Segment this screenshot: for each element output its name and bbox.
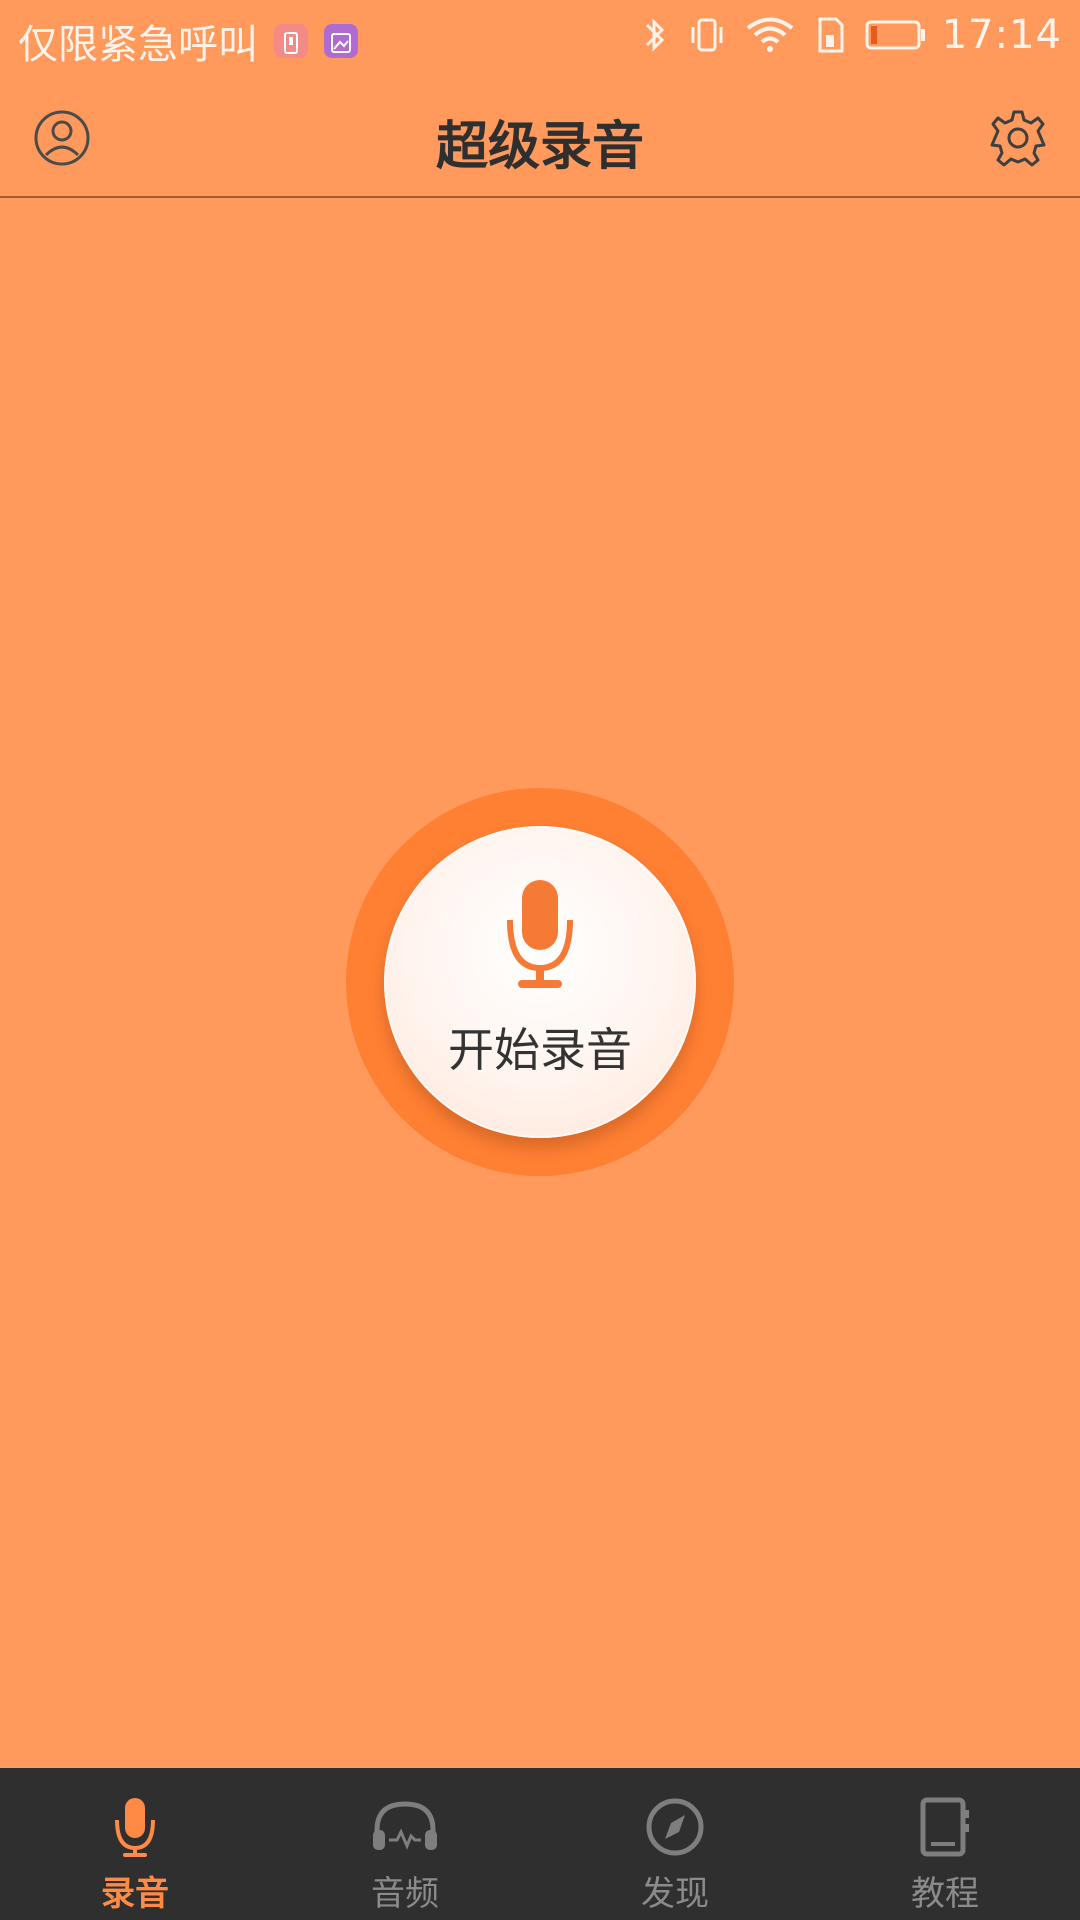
tab-discover-label: 发现 [641, 1874, 709, 1914]
tab-record[interactable]: 录音 [0, 1768, 270, 1920]
tab-tutorial-label: 教程 [911, 1874, 979, 1914]
microphone-icon [115, 1798, 155, 1857]
battery-alert-icon [274, 24, 308, 58]
image-notification-icon [324, 24, 358, 58]
record-button[interactable]: 开始录音 [346, 788, 734, 1176]
battery-icon [865, 20, 925, 50]
bottom-tab-bar: 录音 音频 发现 教程 [0, 1768, 1080, 1920]
tab-record-label: 录音 [101, 1874, 169, 1914]
compass-icon [646, 1798, 704, 1856]
tab-audio[interactable]: 音频 [270, 1768, 540, 1920]
notebook-icon [920, 1797, 969, 1857]
gear-icon [990, 110, 1046, 167]
record-button-label: 开始录音 [448, 1023, 632, 1077]
tab-tutorial[interactable]: 教程 [810, 1768, 1080, 1920]
status-right: 17:14 [640, 12, 1062, 58]
settings-button[interactable] [986, 106, 1050, 170]
status-left: 仅限紧急呼叫 [18, 12, 358, 70]
wifi-icon [746, 17, 793, 52]
page-title: 超级录音 [435, 117, 644, 177]
screen: 仅限紧急呼叫 17:14 超级录音 开始录音 录音 音频 发现 教程 [0, 0, 1080, 1920]
sim-icon [818, 17, 844, 53]
tab-discover[interactable]: 发现 [540, 1768, 810, 1920]
app-bar: 超级录音 [0, 76, 1080, 198]
headphones-icon [373, 1801, 437, 1850]
status-bar: 仅限紧急呼叫 17:14 [0, 0, 1080, 76]
record-button-face[interactable]: 开始录音 [384, 826, 696, 1138]
carrier-text: 仅限紧急呼叫 [18, 22, 258, 68]
tab-audio-label: 音频 [371, 1874, 439, 1914]
bluetooth-icon [645, 18, 664, 52]
vibrate-icon [691, 18, 723, 52]
microphone-icon [507, 880, 573, 988]
status-time: 17:14 [941, 12, 1062, 58]
